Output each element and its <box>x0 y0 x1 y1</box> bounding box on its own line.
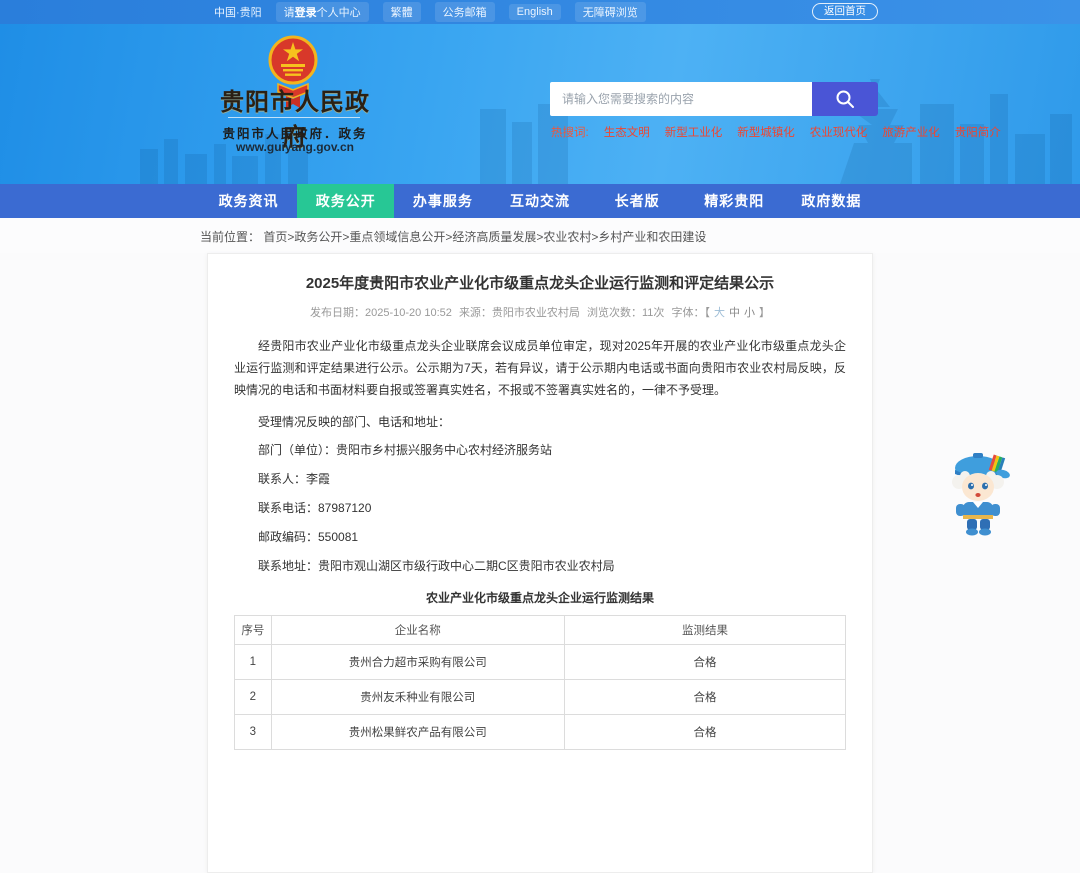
site-banner: 贵阳市人民政府 贵阳市人民政府．政务 www.guiyang.gov.cn 热搜… <box>0 24 1080 184</box>
table-row: 1 贵州合力超市采购有限公司 合格 <box>234 644 847 681</box>
tab-zhengwu-zixun[interactable]: 政务资讯 <box>200 184 297 218</box>
cell-result: 合格 <box>563 714 847 751</box>
font-size-small-button[interactable]: 小 <box>744 307 755 319</box>
login-prefix: 请 <box>283 7 295 19</box>
accessibility-link[interactable]: 无障碍浏览 <box>574 2 646 22</box>
search-icon <box>836 90 854 108</box>
article-title: 2025年度贵阳市农业产业化市级重点龙头企业运行监测和评定结果公示 <box>305 275 775 292</box>
return-home-button[interactable]: 返回首页 <box>812 3 878 20</box>
cell-seq: 3 <box>234 714 272 751</box>
site-url: www.guiyang.gov.cn <box>235 140 354 154</box>
hot-search-row: 热搜词: 生态文明 新型工业化 新型城镇化 农业现代化 旅游产业化 贵阳简介 <box>551 124 1001 140</box>
tab-jingcai-guiyang[interactable]: 精彩贵阳 <box>686 184 783 218</box>
cell-company: 贵州合力超市采购有限公司 <box>270 644 565 681</box>
top-bar-links: 中国·贵阳 请登录个人中心 繁體 公务邮箱 English 无障碍浏览 <box>214 0 646 24</box>
info-line: 邮政编码：550081 <box>258 529 359 544</box>
logo-divider <box>228 117 360 118</box>
search-button[interactable] <box>812 82 878 116</box>
cell-seq: 2 <box>234 679 272 716</box>
cell-seq: 1 <box>234 644 272 681</box>
table-header-row: 序号 企业名称 监测结果 <box>234 615 847 646</box>
info-line: 联系电话：87987120 <box>258 500 372 515</box>
search-input[interactable] <box>550 82 812 116</box>
table-row: 2 贵州友禾种业有限公司 合格 <box>234 679 847 716</box>
font-size-large-button[interactable]: 大 <box>714 307 725 319</box>
nav-tabs: 政务资讯 政务公开 办事服务 互动交流 长者版 精彩贵阳 政府数据 <box>200 184 880 218</box>
tab-zhengwu-gongkai[interactable]: 政务公开 <box>297 184 395 218</box>
publish-date: 发布日期：2025-10-20 10:52 <box>310 307 452 319</box>
font-size-medium-button[interactable]: 中 <box>729 307 740 319</box>
hot-word-link[interactable]: 生态文明 <box>604 124 650 140</box>
traditional-chinese-link[interactable]: 繁體 <box>382 2 421 22</box>
article-container: 2025年度贵阳市农业产业化市级重点龙头企业运行监测和评定结果公示 发布日期：2… <box>207 253 873 873</box>
table-row: 3 贵州松果鲜农产品有限公司 合格 <box>234 714 847 751</box>
main-nav: 政务资讯 政务公开 办事服务 互动交流 长者版 精彩贵阳 政府数据 <box>0 184 1080 218</box>
tab-banshi-fuwu[interactable]: 办事服务 <box>394 184 491 218</box>
info-line: 联系人：李霞 <box>258 472 331 487</box>
hot-word-link[interactable]: 贵阳简介 <box>955 124 1001 140</box>
article-paragraph: 经贵阳市农业产业化市级重点龙头企业联席会议成员单位审定，现对2025年开展的农业… <box>234 339 846 398</box>
font-size-label: 字体：【 <box>671 307 710 319</box>
info-line: 联系地址：贵阳市观山湖区市级行政中心二期C区贵阳市农业农村局 <box>258 558 615 573</box>
view-count: 浏览次数：11次 <box>587 307 665 319</box>
login-link[interactable]: 请登录个人中心 <box>275 2 369 22</box>
login-bold[interactable]: 登录 <box>295 7 317 19</box>
tab-zhangzheban[interactable]: 长者版 <box>589 184 686 218</box>
login-suffix: 个人中心 <box>316 7 361 19</box>
cell-result: 合格 <box>563 644 847 681</box>
table-caption: 农业产业化市级重点龙头企业运行监测结果 <box>425 591 654 606</box>
top-utility-bar: 中国·贵阳 请登录个人中心 繁體 公务邮箱 English 无障碍浏览 返回首页 <box>0 0 1080 24</box>
info-line: 部门（单位）：贵阳市乡村振兴服务中心农村经济服务站 <box>258 443 553 458</box>
tab-hudong-jiaoliu[interactable]: 互动交流 <box>491 184 588 218</box>
info-line: 受理情况反映的部门、电话和地址： <box>258 414 451 429</box>
cell-company: 贵州友禾种业有限公司 <box>270 679 565 716</box>
breadcrumb-path[interactable]: 首页>政务公开>重点领域信息公开>经济高质量发展>农业农村>乡村产业和农田建设 <box>263 230 706 244</box>
mascot-assistant-button[interactable] <box>943 450 1017 538</box>
article-meta: 发布日期：2025-10-20 10:52 来源：贵阳市农业农村局 浏览次数：1… <box>234 304 846 320</box>
cell-result: 合格 <box>563 679 847 716</box>
hot-word-link[interactable]: 旅游产业化 <box>882 124 940 140</box>
region-link[interactable]: 中国·贵阳 <box>214 4 262 20</box>
official-mailbox-link[interactable]: 公务邮箱 <box>434 2 495 22</box>
tab-zhengfu-shuju[interactable]: 政府数据 <box>783 184 880 218</box>
hot-word-link[interactable]: 农业现代化 <box>810 124 868 140</box>
hot-word-link[interactable]: 新型工业化 <box>665 124 723 140</box>
breadcrumb-label: 当前位置： <box>200 230 261 244</box>
font-size-label-close: 】 <box>758 307 770 319</box>
hot-search-label: 热搜词: <box>551 127 589 139</box>
col-header-result: 监测结果 <box>563 615 847 646</box>
col-header-company: 企业名称 <box>270 615 565 646</box>
col-header-seq: 序号 <box>234 615 272 646</box>
article-source: 来源：贵阳市农业农村局 <box>458 307 580 319</box>
cell-company: 贵州松果鲜农产品有限公司 <box>270 714 565 751</box>
breadcrumb: 当前位置： 首页>政务公开>重点领域信息公开>经济高质量发展>农业农村>乡村产业… <box>0 218 1080 253</box>
search-bar <box>550 82 878 116</box>
monitoring-result-table: 序号 企业名称 监测结果 1 贵州合力超市采购有限公司 合格 2 贵州友禾种业有… <box>234 615 847 751</box>
english-link[interactable]: English <box>508 4 561 20</box>
hot-word-link[interactable]: 新型城镇化 <box>737 124 795 140</box>
